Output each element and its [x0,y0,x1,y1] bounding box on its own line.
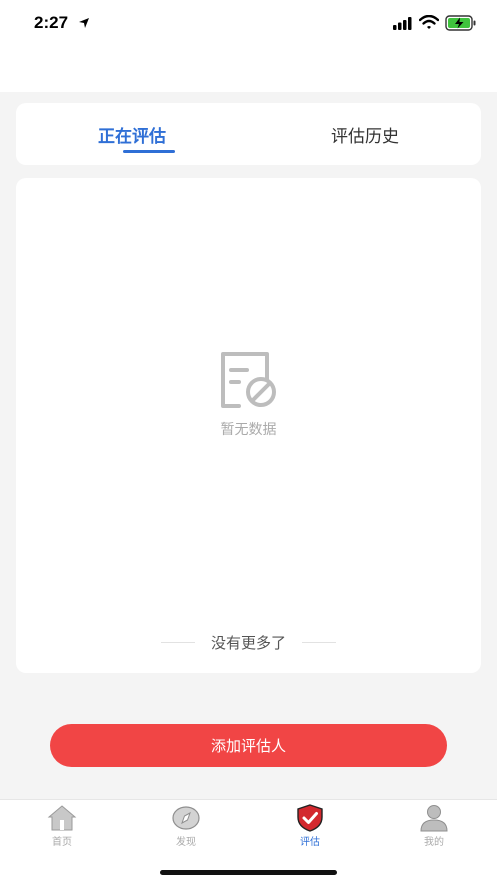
compass-icon [172,806,200,830]
tabbar-label-evaluate: 评估 [300,837,320,848]
tab-history[interactable]: 评估历史 [249,103,481,165]
status-time: 2:27 [34,13,69,32]
no-data-icon [221,352,276,408]
wifi-icon [419,15,439,29]
navigation-bar [0,50,497,92]
tab-evaluating-label: 正在评估 [98,126,166,147]
tabbar-label-home: 首页 [52,837,72,848]
add-evaluatee-button[interactable]: 添加评估人 [50,724,447,767]
tabbar-item-evaluate[interactable]: 评估 [248,804,372,850]
status-bar: 2:27 [0,0,497,50]
no-more-text: 没有更多了 [210,634,286,652]
shield-check-icon [297,804,323,832]
tabbar-label-discover: 发现 [176,837,196,848]
tab-evaluating[interactable]: 正在评估 [16,103,248,165]
home-indicator [160,870,337,875]
empty-message: 暂无数据 [220,422,277,438]
user-icon [420,805,448,832]
location-arrow-icon [79,18,89,28]
tab-history-label: 评估历史 [331,126,399,147]
evaluation-tabs: 正在评估 评估历史 [16,103,481,165]
battery-charging-icon [445,15,476,31]
evaluation-list: 暂无数据 没有更多了 [16,178,481,673]
active-tab-indicator [123,150,175,153]
divider-right [302,642,336,643]
tabbar-label-profile: 我的 [424,837,444,848]
add-evaluatee-label: 添加评估人 [210,737,286,755]
cellular-signal-icon [393,17,412,30]
tabbar-item-home[interactable]: 首页 [0,804,124,850]
tabbar-item-profile[interactable]: 我的 [372,804,496,850]
tabbar-item-discover[interactable]: 发现 [124,804,248,850]
home-icon [47,805,77,831]
